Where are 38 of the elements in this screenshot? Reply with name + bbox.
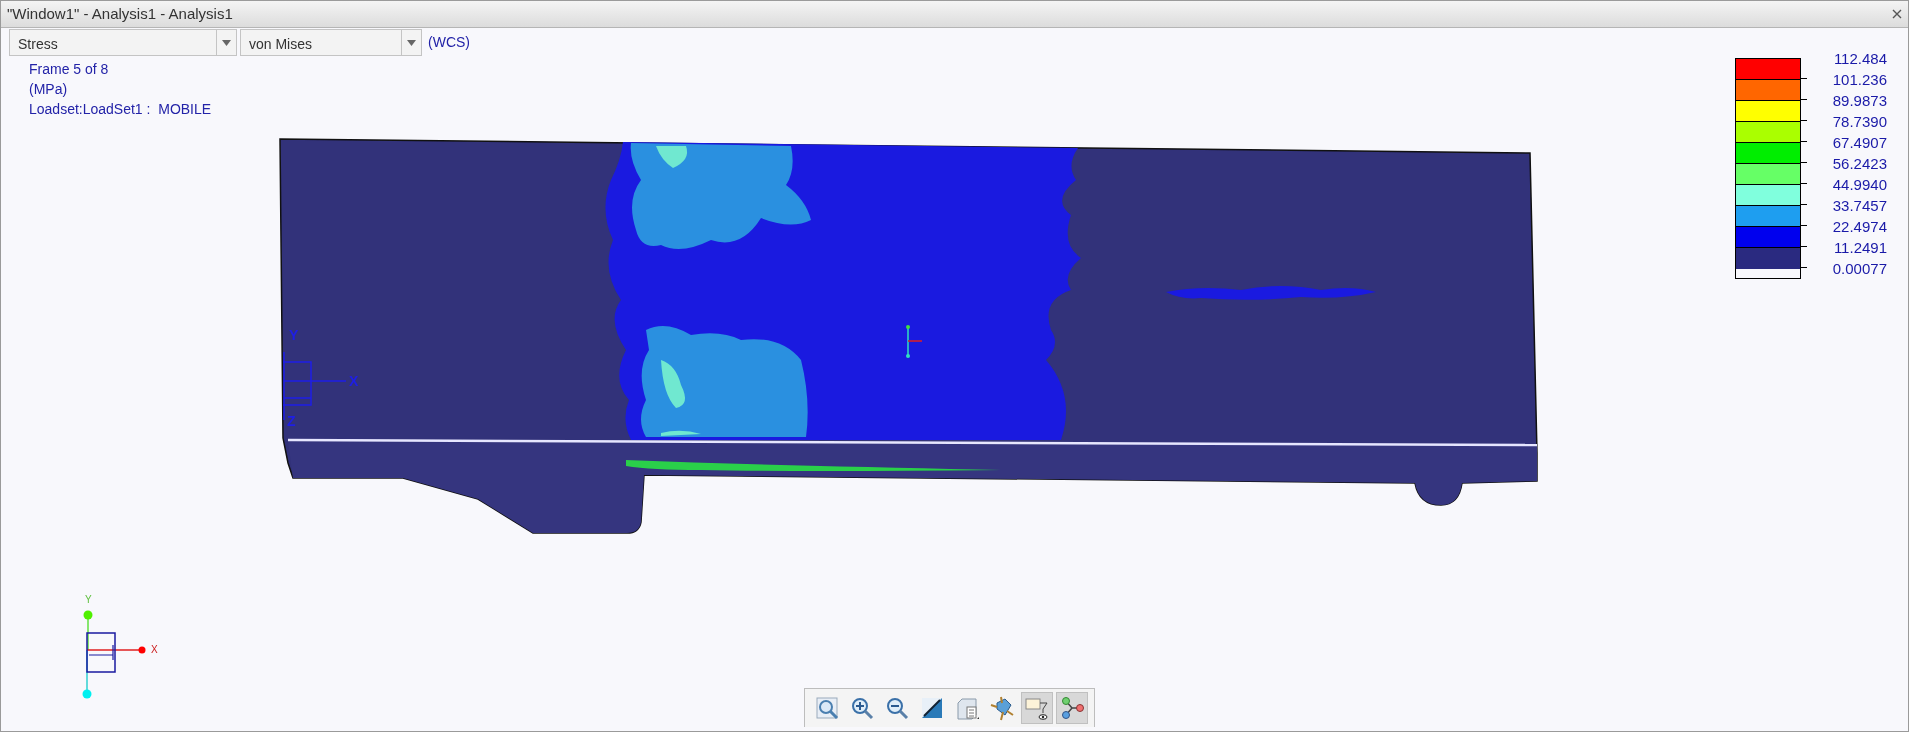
component-dropdown[interactable]: von Mises — [240, 29, 422, 56]
display-style-button[interactable] — [1021, 692, 1053, 724]
result-info-text: Frame 5 of 8 — [29, 60, 109, 79]
view-cube-icon — [954, 695, 980, 721]
axis-label: X — [349, 373, 359, 389]
legend-value: 56.2423 — [1832, 154, 1887, 174]
legend-value: 67.4907 — [1832, 133, 1887, 153]
legend-value: 44.9940 — [1832, 175, 1887, 195]
view-triad-icon — [82, 610, 146, 699]
display-style-icon — [1024, 695, 1050, 721]
legend-value: 11.2491 — [1833, 238, 1887, 258]
legend-value: 33.7457 — [1832, 196, 1887, 216]
magnifier-icon — [814, 695, 840, 721]
result-info-text: Loadset:LoadSet1 : MOBILE — [29, 100, 212, 119]
legend-value: 0.00077 — [1832, 259, 1887, 279]
caret-icon — [407, 39, 416, 46]
legend-value: 112.484 — [1833, 49, 1887, 69]
zoom-out-icon — [884, 695, 910, 721]
spin-center-icon — [906, 325, 923, 358]
axis-label: X — [151, 644, 158, 655]
datum-display-button[interactable] — [1056, 692, 1088, 724]
legend-value: 22.4974 — [1832, 217, 1887, 237]
zoom-in-icon — [849, 695, 875, 721]
caret-icon — [222, 39, 231, 46]
legend-value: 101.236 — [1832, 70, 1887, 90]
result-info-text: (MPa) — [29, 80, 68, 99]
coordinate-system-label: (WCS) — [428, 33, 470, 52]
pen-icon — [919, 695, 945, 721]
close-icon[interactable] — [1892, 9, 1902, 19]
legend-value: 89.9873 — [1832, 91, 1887, 111]
window-title: "Window1" - Analysis1 - Analysis1 — [7, 3, 233, 24]
axis-label: Y — [289, 327, 299, 343]
legend-value: 78.7390 — [1832, 112, 1887, 132]
result-type-dropdown[interactable]: Stress — [9, 29, 237, 56]
spin-center-icon — [989, 695, 1015, 721]
axis-label: Z — [287, 413, 296, 429]
axis-label: Y — [85, 594, 92, 605]
csys-display-icon — [1059, 695, 1085, 721]
